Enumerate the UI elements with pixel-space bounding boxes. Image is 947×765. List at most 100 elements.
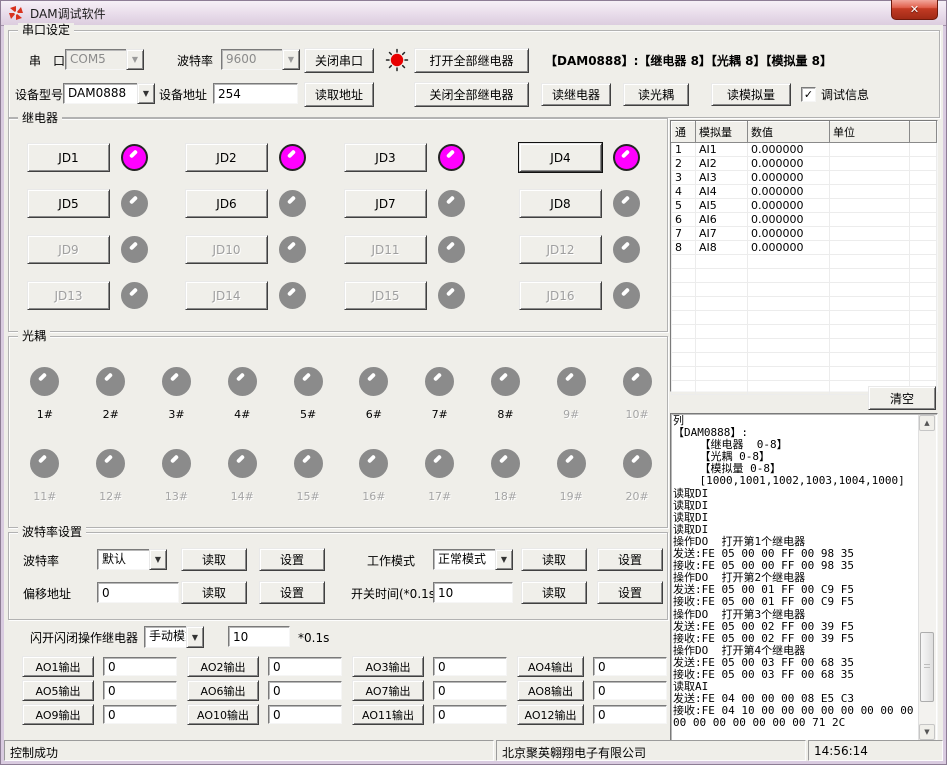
ao-button-ao2[interactable]: AO2输出 xyxy=(187,656,259,677)
ao-button-ao12[interactable]: AO12输出 xyxy=(517,704,584,725)
ao-value-input[interactable] xyxy=(593,657,667,676)
relay-led-off xyxy=(279,190,306,217)
flash-mode-select[interactable]: 手动模式 ▼ xyxy=(144,626,204,648)
analog-table-panel: 通模拟量数值单位 1AI10.0000002AI20.0000003AI30.0… xyxy=(670,120,938,392)
switch-time-set-button[interactable]: 设置 xyxy=(597,581,663,604)
ao-button-ao5[interactable]: AO5输出 xyxy=(22,680,94,701)
opto-led xyxy=(557,367,586,396)
relay-led-on xyxy=(121,144,148,171)
close-button[interactable]: ✕ xyxy=(891,0,938,20)
analog-empty-row xyxy=(672,311,937,325)
scrollbar-thumb[interactable] xyxy=(920,632,934,702)
switch-time-input[interactable] xyxy=(433,582,513,603)
log-line: 00 00 00 00 00 00 00 71 2C xyxy=(673,717,919,729)
ao-button-ao3[interactable]: AO3输出 xyxy=(352,656,424,677)
ao-output-cell: AO3输出 xyxy=(352,656,517,677)
opto-label: 12# xyxy=(99,490,122,503)
ao-button-ao4[interactable]: AO4输出 xyxy=(517,656,584,677)
opto-cell: 9# xyxy=(538,367,604,421)
opto-label: 13# xyxy=(165,490,188,503)
baud-set-button[interactable]: 设置 xyxy=(259,548,325,571)
app-window: DAM调试软件 ✕ 串口设定 串 口 COM5 ▼ 波特率 9600 ▼ 关闭串… xyxy=(0,0,947,765)
analog-row: 5AI50.000000 xyxy=(672,199,937,213)
opto-cell: 5# xyxy=(275,367,341,421)
device-model-select[interactable]: DAM0888 ▼ xyxy=(63,83,155,104)
analog-empty-row xyxy=(672,297,937,311)
baud-read-button[interactable]: 读取 xyxy=(181,548,247,571)
opto-label: 20# xyxy=(625,490,648,503)
offset-address-input[interactable] xyxy=(97,582,179,603)
relay-button-jd8[interactable]: JD8 xyxy=(519,189,602,218)
ao-value-input[interactable] xyxy=(268,657,342,676)
offset-set-button[interactable]: 设置 xyxy=(259,581,325,604)
analog-cell: 0.000000 xyxy=(748,199,830,213)
relay-button-jd3[interactable]: JD3 xyxy=(344,143,427,172)
ao-button-ao11[interactable]: AO11输出 xyxy=(352,704,424,725)
opto-led xyxy=(491,367,520,396)
ao-button-ao6[interactable]: AO6输出 xyxy=(187,680,259,701)
log-scrollbar[interactable]: ▲ ▼ xyxy=(918,415,936,740)
ao-button-ao8[interactable]: AO8输出 xyxy=(517,680,584,701)
analog-cell: AI2 xyxy=(696,157,748,171)
ao-button-ao9[interactable]: AO9输出 xyxy=(22,704,94,725)
ao-value-input[interactable] xyxy=(593,705,667,724)
work-mode-set-button[interactable]: 设置 xyxy=(597,548,663,571)
model-label: 设备型号 xyxy=(15,88,63,102)
ao-output-cell: AO10输出 xyxy=(187,704,352,725)
relay-cell: JD4 xyxy=(519,143,640,172)
analog-cell: 5 xyxy=(672,199,696,213)
read-analog-button[interactable]: 读模拟量 xyxy=(711,83,791,106)
ao-value-input[interactable] xyxy=(433,681,507,700)
work-mode-select[interactable]: 正常模式 ▼ xyxy=(433,549,513,570)
analog-cell: 3 xyxy=(672,171,696,185)
ao-value-input[interactable] xyxy=(593,681,667,700)
ao-button-ao10[interactable]: AO10输出 xyxy=(187,704,259,725)
relay-button-jd1[interactable]: JD1 xyxy=(27,143,110,172)
analog-cell: AI6 xyxy=(696,213,748,227)
ao-button-ao1[interactable]: AO1输出 xyxy=(22,656,94,677)
ao-value-input[interactable] xyxy=(268,681,342,700)
relay-led-off xyxy=(438,282,465,309)
com-port-select[interactable]: COM5 ▼ xyxy=(65,49,144,70)
debug-info-checkbox[interactable]: ✓ 调试信息 xyxy=(801,86,869,103)
relay-button-jd6[interactable]: JD6 xyxy=(185,189,268,218)
analog-cell: AI5 xyxy=(696,199,748,213)
read-address-button[interactable]: 读取地址 xyxy=(304,82,374,107)
ao-output-cell: AO6输出 xyxy=(187,680,352,701)
ao-value-input[interactable] xyxy=(103,657,177,676)
device-address-input[interactable] xyxy=(213,83,298,104)
offset-read-button[interactable]: 读取 xyxy=(181,581,247,604)
relay-button-jd4[interactable]: JD4 xyxy=(519,143,602,172)
title-bar: DAM调试软件 xyxy=(1,1,946,26)
close-all-relays-button[interactable]: 关闭全部继电器 xyxy=(414,82,529,107)
relay-button-jd2[interactable]: JD2 xyxy=(185,143,268,172)
relay-button-jd5[interactable]: JD5 xyxy=(27,189,110,218)
ao-button-ao7[interactable]: AO7输出 xyxy=(352,680,424,701)
clear-log-button[interactable]: 清空 xyxy=(868,386,936,410)
analog-cell xyxy=(910,199,937,213)
baud-rate-select[interactable]: 9600 ▼ xyxy=(221,49,300,70)
scroll-up-icon[interactable]: ▲ xyxy=(919,415,935,431)
close-port-button[interactable]: 关闭串口 xyxy=(304,48,374,73)
relay-led-off xyxy=(279,282,306,309)
scroll-down-icon[interactable]: ▼ xyxy=(919,724,935,740)
opto-led xyxy=(162,367,191,396)
flash-time-input[interactable] xyxy=(228,626,290,647)
ao-value-input[interactable] xyxy=(103,705,177,724)
relay-cell: JD11 xyxy=(344,235,519,264)
ao-value-input[interactable] xyxy=(103,681,177,700)
chevron-down-icon: ▼ xyxy=(149,549,167,570)
work-mode-read-button[interactable]: 读取 xyxy=(521,548,587,571)
ao-value-input[interactable] xyxy=(268,705,342,724)
opto-label: 7# xyxy=(432,408,448,421)
opto-cell: 4# xyxy=(209,367,275,421)
baud-setting-select[interactable]: 默认 ▼ xyxy=(97,549,167,570)
switch-time-read-button[interactable]: 读取 xyxy=(521,581,587,604)
relay-button-jd7[interactable]: JD7 xyxy=(344,189,427,218)
ao-value-input[interactable] xyxy=(433,657,507,676)
open-all-relays-button[interactable]: 打开全部继电器 xyxy=(414,48,529,73)
analog-cell: 1 xyxy=(672,143,696,157)
ao-value-input[interactable] xyxy=(433,705,507,724)
read-relay-button[interactable]: 读继电器 xyxy=(541,83,611,106)
read-opto-button[interactable]: 读光耦 xyxy=(623,83,689,106)
